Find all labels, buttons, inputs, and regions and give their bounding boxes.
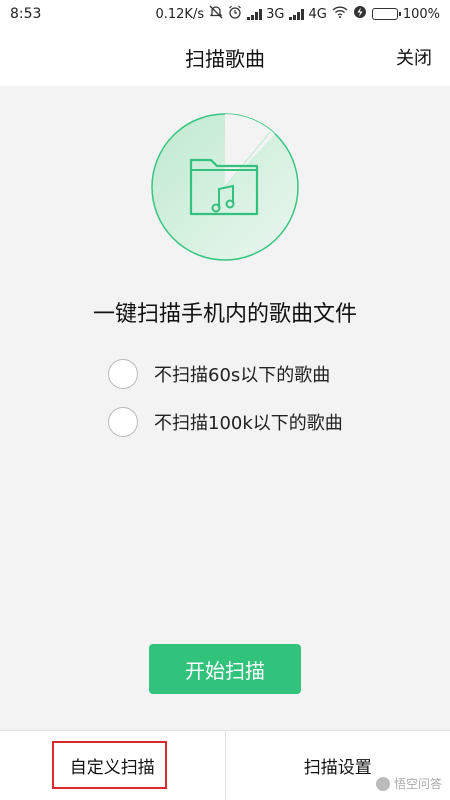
- watermark-text: 悟空问答: [393, 777, 442, 791]
- music-folder-icon: [151, 113, 299, 261]
- signal-icon: [247, 8, 262, 20]
- header: 扫描歌曲 关闭: [0, 28, 450, 86]
- skip-short-songs-radio[interactable]: [108, 359, 138, 389]
- watermark: 悟空问答: [375, 775, 442, 792]
- page-title: 扫描歌曲: [185, 46, 265, 71]
- net-speed: 0.12K/s: [155, 6, 205, 22]
- scan-headline: 一键扫描手机内的歌曲文件: [92, 302, 357, 327]
- status-bar: 8:53 0.12K/s 3G 4G 100%: [0, 0, 450, 28]
- status-icons: 0.12K/s 3G 4G 100%: [155, 5, 440, 23]
- skip-small-songs-label: 不扫描100k以下的歌曲: [154, 413, 343, 434]
- network-4g-label: 4G: [308, 6, 327, 22]
- skip-short-songs-label: 不扫描60s以下的歌曲: [154, 365, 331, 386]
- network-3g-label: 3G: [266, 6, 285, 22]
- watermark-logo-icon: [375, 776, 390, 791]
- alarm-clock-icon: [228, 5, 242, 23]
- scan-folder-illustration: [150, 112, 300, 262]
- scan-settings-label: 扫描设置: [303, 758, 372, 778]
- battery-percent: 100%: [402, 6, 440, 22]
- bottom-bar: 自定义扫描 扫描设置 悟空问答: [0, 730, 450, 800]
- skip-short-songs-option[interactable]: 不扫描60s以下的歌曲: [108, 359, 330, 389]
- close-button[interactable]: 关闭: [396, 44, 432, 70]
- highlight-annotation-box: [52, 741, 167, 789]
- battery-icon: [371, 8, 401, 20]
- wifi-icon: [332, 6, 348, 22]
- main-content: 一键扫描手机内的歌曲文件 不扫描60s以下的歌曲 不扫描100k以下的歌曲 开始…: [0, 86, 450, 730]
- status-time: 8:53: [10, 6, 42, 22]
- skip-small-songs-option[interactable]: 不扫描100k以下的歌曲: [108, 407, 343, 437]
- signal-icon-2: [289, 8, 304, 20]
- alarm-off-icon: [209, 5, 223, 23]
- custom-scan-tab[interactable]: 自定义扫描: [0, 731, 225, 800]
- skip-small-songs-radio[interactable]: [108, 407, 138, 437]
- start-scan-button[interactable]: 开始扫描: [149, 644, 301, 694]
- charging-icon: [353, 5, 367, 23]
